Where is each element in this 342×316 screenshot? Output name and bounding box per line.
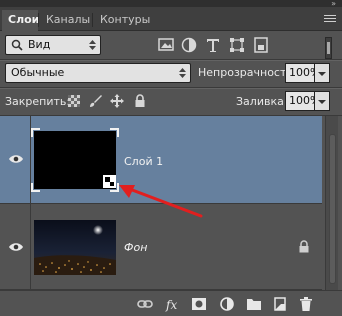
image-filter-icon[interactable] [157,36,175,54]
fill-input[interactable]: 100% [285,91,320,111]
row-divider-highlight [0,88,342,89]
tab-divider [92,13,93,27]
opacity-input[interactable]: 100% [285,63,320,83]
search-icon [11,39,23,51]
collapse-panel-icon[interactable]: » [324,0,336,8]
layer-name[interactable]: Фон [124,241,147,254]
type-filter-icon[interactable] [204,36,222,54]
delete-layer-trash-icon[interactable] [298,296,314,312]
new-group-folder-icon[interactable] [246,296,262,312]
filter-kind-select[interactable]: Вид [5,35,101,55]
fill-label: Заливка: [236,95,288,108]
lock-pixels-brush-icon[interactable] [88,94,102,108]
eye-column-divider [30,204,31,289]
annotation-arrow-icon [119,185,203,218]
tab-paths[interactable]: Контуры [94,10,154,31]
new-layer-icon[interactable] [272,296,288,312]
filter-kind-label: Вид [28,38,51,51]
visibility-eye-icon[interactable] [8,242,24,252]
blend-mode-select[interactable]: Обычные [5,63,191,83]
filter-toggle-thumb [327,42,330,54]
opacity-label: Непрозрачность: [198,66,297,79]
add-mask-icon[interactable] [191,296,207,312]
shape-filter-icon[interactable] [228,36,246,54]
adjustment-layer-icon[interactable] [219,296,235,312]
background-thumbnail-night-city[interactable] [34,220,116,275]
tab-divider [38,13,39,27]
blend-mode-label: Обычные [11,66,65,79]
layers-footer-toolbar: fx [0,290,342,316]
fill-dropdown-button[interactable] [315,91,330,111]
smart-object-filter-icon[interactable] [252,36,270,54]
tab-layers[interactable]: Слои [2,10,39,31]
layers-panel: » Слои Каналы Контуры Вид Обычные Непроз… [0,0,342,316]
lock-all-icon[interactable] [133,94,147,108]
layer-style-fx-icon[interactable]: fx [165,296,181,312]
link-layers-icon[interactable] [137,296,153,312]
visibility-eye-icon[interactable] [8,154,24,164]
lock-label: Закрепить: [5,95,71,108]
filter-toggle-switch[interactable] [325,37,332,59]
panel-tab-bar: Слои Каналы Контуры [0,7,342,31]
panel-top-strip: » [0,0,342,8]
svg-text:fx: fx [165,298,177,312]
tab-channels[interactable]: Каналы [40,10,92,31]
layers-scrollbar-thumb[interactable] [329,134,336,284]
adjustment-filter-icon[interactable] [180,36,198,54]
row-divider-highlight [0,60,342,61]
panel-menu-icon[interactable] [324,15,336,25]
updown-arrows-icon [89,40,96,50]
layers-scrollbar[interactable] [325,116,338,290]
opacity-dropdown-button[interactable] [315,63,330,83]
layer-lock-icon [299,240,309,253]
updown-arrows-icon [179,68,186,78]
layer-name[interactable]: Слой 1 [124,155,163,168]
lock-position-move-icon[interactable] [110,94,124,108]
lock-transparency-icon[interactable] [67,94,81,108]
